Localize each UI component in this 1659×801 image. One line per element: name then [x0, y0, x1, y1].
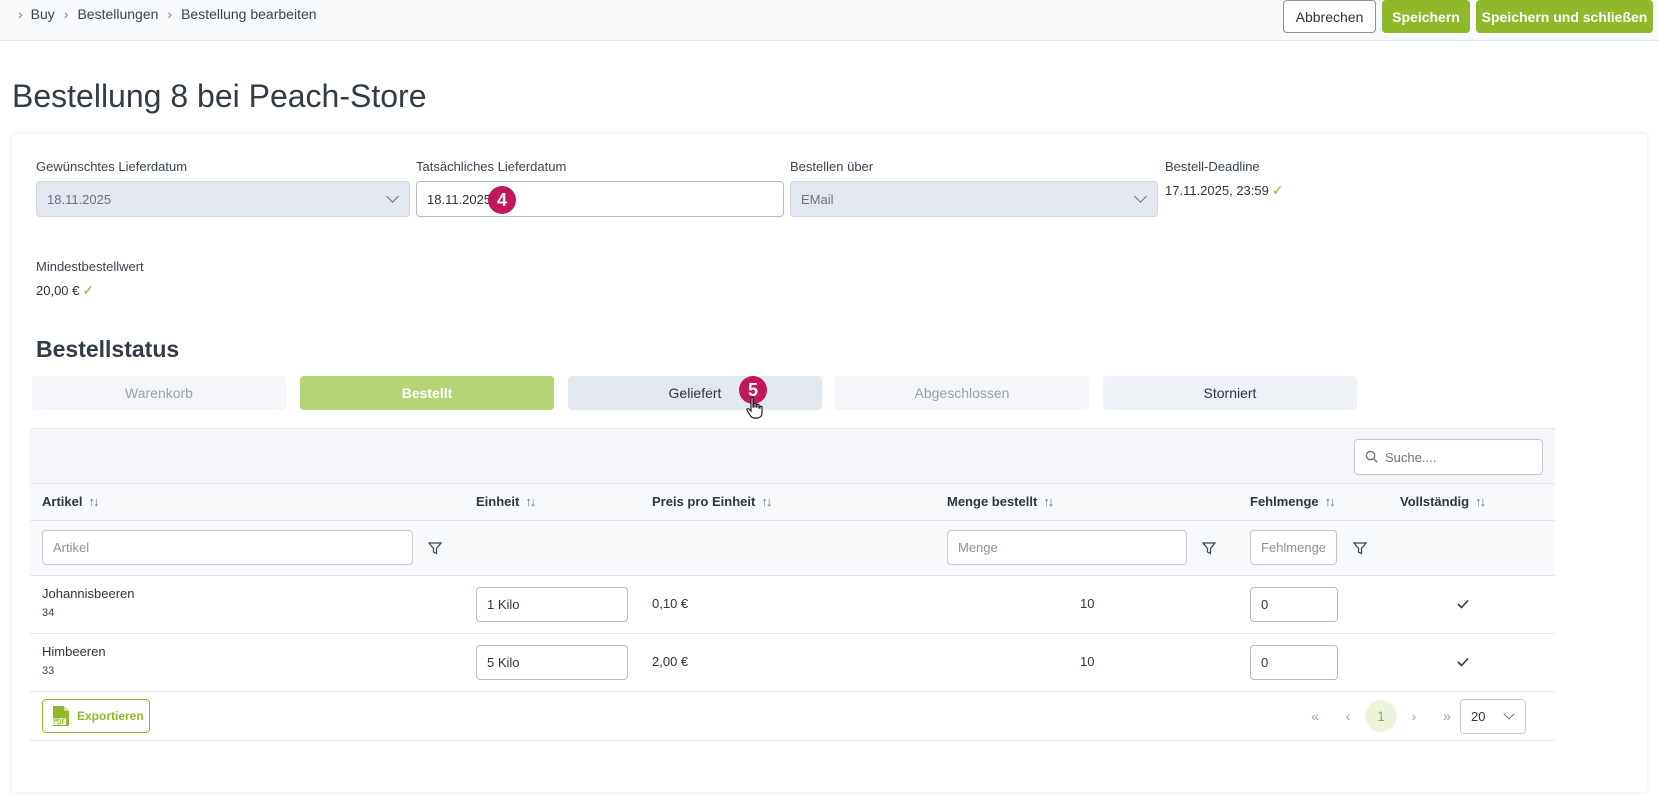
- next-page-button[interactable]: ›: [1398, 700, 1430, 732]
- article-name: Himbeeren: [42, 644, 106, 659]
- page-size-select[interactable]: 20: [1460, 699, 1526, 734]
- breadcrumb-item-orders[interactable]: Bestellungen: [77, 6, 158, 22]
- ordered-quantity: 10: [1080, 654, 1095, 669]
- top-bar: › Buy › Bestellungen › Bestellung bearbe…: [0, 0, 1659, 41]
- actual-date-label: Tatsächliches Lieferdatum: [416, 159, 567, 174]
- table-row: Johannisbeeren 34 1 Kilo 0,10 € 10 0: [30, 576, 1555, 634]
- min-order-label: Mindestbestellwert: [36, 259, 144, 274]
- export-label: Exportieren: [77, 709, 144, 723]
- article-id: 34: [42, 607, 55, 619]
- order-via-select[interactable]: EMail: [790, 181, 1158, 217]
- chevron-right-icon: ›: [18, 6, 23, 22]
- filter-icon[interactable]: [428, 541, 442, 555]
- status-cart-button[interactable]: Warenkorb: [32, 376, 286, 410]
- article-name: Johannisbeeren: [42, 586, 135, 601]
- search-placeholder: Suche....: [1385, 449, 1437, 465]
- sort-icon[interactable]: ↑↓: [88, 494, 99, 509]
- page-button-current[interactable]: 1: [1365, 700, 1397, 732]
- shortage-filter-input[interactable]: Fehlmenge: [1250, 530, 1337, 565]
- last-page-button[interactable]: »: [1431, 700, 1463, 732]
- order-via-label: Bestellen über: [790, 159, 874, 174]
- unit-input[interactable]: 1 Kilo: [476, 587, 628, 622]
- shortage-input[interactable]: 0: [1250, 587, 1338, 622]
- price-per-unit: 2,00 €: [652, 654, 689, 669]
- article-filter-input[interactable]: Artikel: [42, 530, 413, 565]
- table-footer: Exportieren « ‹ 1 › » 20: [30, 692, 1555, 741]
- column-header-complete[interactable]: Vollständig ↑↓: [1400, 494, 1486, 509]
- shortage-input[interactable]: 0: [1250, 645, 1338, 680]
- column-header-unit[interactable]: Einheit ↑↓: [476, 494, 536, 509]
- hand-cursor-icon: [746, 396, 763, 419]
- column-header-price[interactable]: Preis pro Einheit ↑↓: [652, 494, 772, 509]
- check-icon: ✓: [1271, 182, 1284, 198]
- check-icon: [1457, 599, 1469, 609]
- order-via-value: EMail: [801, 191, 834, 207]
- breadcrumb-item-buy[interactable]: Buy: [31, 6, 55, 22]
- check-icon: [1457, 657, 1469, 667]
- table-filter-row: Artikel Menge Fehlmenge: [30, 521, 1555, 576]
- breadcrumb-item-edit-order: Bestellung bearbeiten: [181, 6, 317, 22]
- first-page-button[interactable]: «: [1299, 700, 1331, 732]
- table-header: Artikel ↑↓ Einheit ↑↓ Preis pro Einheit ↑↓ …: [30, 484, 1555, 521]
- price-per-unit: 0,10 €: [652, 596, 689, 611]
- order-status-title: Bestellstatus: [36, 336, 180, 362]
- search-icon: [1365, 450, 1378, 463]
- min-order-value: 20,00 €: [36, 283, 80, 298]
- min-order-value-wrap: 20,00 € ✓: [36, 282, 94, 299]
- filter-icon[interactable]: [1353, 541, 1367, 555]
- status-closed-button[interactable]: Abgeschlossen: [835, 376, 1089, 410]
- chevron-right-icon: ›: [167, 6, 173, 22]
- desired-date-field[interactable]: 18.11.2025: [36, 181, 410, 217]
- column-header-article[interactable]: Artikel ↑↓: [42, 494, 99, 509]
- desired-date-value: 18.11.2025: [47, 191, 112, 207]
- check-icon: ✓: [82, 282, 95, 298]
- table-toolbar: Suche....: [30, 428, 1555, 484]
- chevron-down-icon: [1503, 708, 1515, 720]
- column-header-shortage[interactable]: Fehlmenge ↑↓: [1250, 494, 1336, 509]
- save-and-close-button[interactable]: Speichern und schließen: [1476, 0, 1653, 33]
- chevron-down-icon: [1134, 190, 1147, 203]
- page-title: Bestellung 8 bei Peach-Store: [12, 78, 427, 114]
- sort-icon[interactable]: ↑↓: [1043, 494, 1054, 509]
- column-header-ordered[interactable]: Menge bestellt ↑↓: [947, 494, 1054, 509]
- quantity-filter-input[interactable]: Menge: [947, 530, 1187, 565]
- chevron-down-icon: [386, 190, 399, 203]
- unit-input[interactable]: 5 Kilo: [476, 645, 628, 680]
- deadline-value-wrap: 17.11.2025, 23:59 ✓: [1165, 182, 1284, 199]
- cancel-button[interactable]: Abbrechen: [1283, 0, 1376, 33]
- table-row: Himbeeren 33 5 Kilo 2,00 € 10 0: [30, 634, 1555, 692]
- export-pdf-button[interactable]: Exportieren: [42, 699, 150, 733]
- chevron-right-icon: ›: [63, 6, 69, 22]
- deadline-value: 17.11.2025, 23:59: [1165, 183, 1269, 198]
- sort-icon[interactable]: ↑↓: [525, 494, 536, 509]
- sort-icon[interactable]: ↑↓: [1475, 494, 1486, 509]
- step-marker-4: 4: [488, 186, 516, 214]
- pdf-file-icon: [52, 706, 69, 726]
- breadcrumb: › Buy › Bestellungen › Bestellung bearbe…: [18, 6, 317, 22]
- search-input[interactable]: Suche....: [1354, 439, 1543, 475]
- article-id: 33: [42, 665, 55, 677]
- prev-page-button[interactable]: ‹: [1332, 700, 1364, 732]
- status-delivered-button[interactable]: Geliefert: [568, 376, 822, 410]
- sort-icon[interactable]: ↑↓: [1325, 494, 1336, 509]
- deadline-label: Bestell-Deadline: [1165, 159, 1260, 174]
- desired-date-label: Gewünschtes Lieferdatum: [36, 159, 188, 174]
- actual-date-field[interactable]: 18.11.2025: [416, 181, 784, 217]
- status-cancelled-button[interactable]: Storniert: [1103, 376, 1357, 410]
- save-button[interactable]: Speichern: [1382, 0, 1470, 33]
- actual-date-value: 18.11.2025: [427, 191, 492, 207]
- sort-icon[interactable]: ↑↓: [761, 494, 772, 509]
- filter-icon[interactable]: [1202, 541, 1216, 555]
- status-ordered-button[interactable]: Bestellt: [300, 376, 554, 410]
- ordered-quantity: 10: [1080, 596, 1095, 611]
